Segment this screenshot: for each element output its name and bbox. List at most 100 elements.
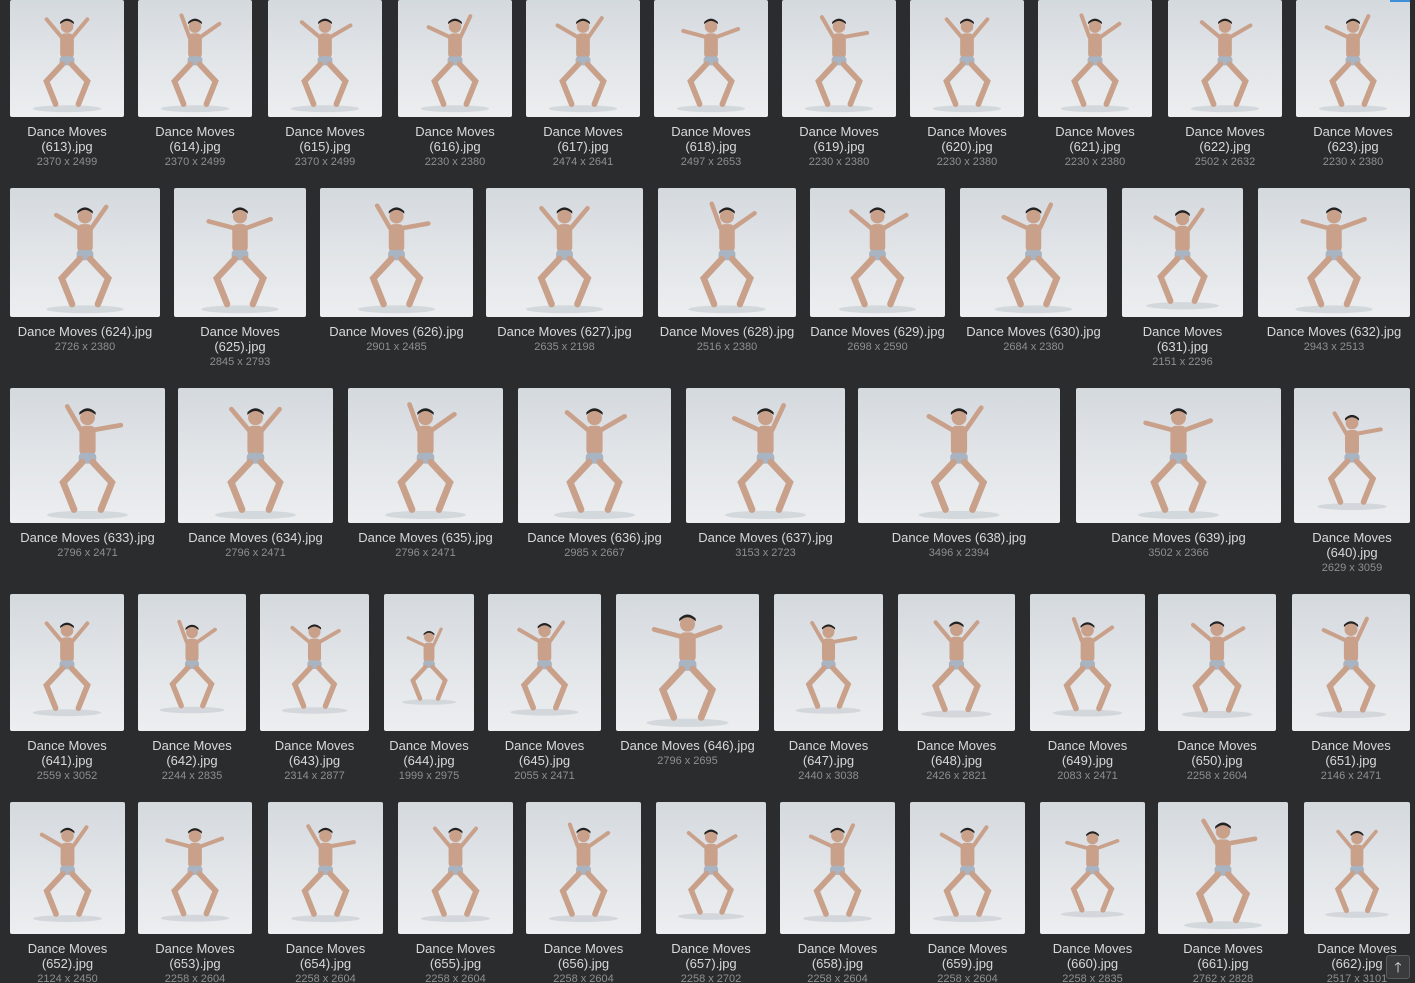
- thumbnail-tile[interactable]: Dance Moves (634).jpg 2796 x 2471: [178, 388, 333, 593]
- thumbnail-image[interactable]: [398, 0, 512, 117]
- thumbnail-image[interactable]: [398, 802, 513, 934]
- thumbnail-image[interactable]: [910, 0, 1024, 117]
- thumbnail-image[interactable]: [526, 802, 641, 934]
- thumbnail-tile[interactable]: Dance Moves (653).jpg 2258 x 2604: [138, 802, 252, 983]
- scroll-to-top-button[interactable]: 🡑: [1386, 955, 1410, 979]
- thumbnail-tile[interactable]: Dance Moves (650).jpg 2258 x 2604: [1158, 594, 1276, 801]
- thumbnail-tile[interactable]: Dance Moves (635).jpg 2796 x 2471: [348, 388, 503, 593]
- thumbnail-image[interactable]: [1168, 0, 1282, 117]
- thumbnail-tile[interactable]: Dance Moves (658).jpg 2258 x 2604: [780, 802, 895, 983]
- thumbnail-image[interactable]: [780, 802, 895, 934]
- thumbnail-tile[interactable]: Dance Moves (655).jpg 2258 x 2604: [398, 802, 513, 983]
- thumbnail-image[interactable]: [1292, 594, 1410, 731]
- thumbnail-image[interactable]: [1294, 388, 1410, 523]
- thumbnail-tile[interactable]: Dance Moves (640).jpg 2629 x 3059: [1294, 388, 1410, 593]
- thumbnail-tile[interactable]: Dance Moves (632).jpg 2943 x 2513: [1258, 188, 1410, 387]
- thumbnail-image[interactable]: [774, 594, 883, 731]
- thumbnail-image[interactable]: [486, 188, 643, 317]
- thumbnail-tile[interactable]: Dance Moves (644).jpg 1999 x 2975: [384, 594, 474, 801]
- thumbnail-tile[interactable]: Dance Moves (651).jpg 2146 x 2471: [1292, 594, 1410, 801]
- thumbnail-image[interactable]: [384, 594, 474, 731]
- thumbnail-tile[interactable]: Dance Moves (620).jpg 2230 x 2380: [910, 0, 1024, 187]
- thumbnail-image[interactable]: [1304, 802, 1410, 934]
- thumbnail-tile[interactable]: Dance Moves (628).jpg 2516 x 2380: [658, 188, 796, 387]
- thumbnail-image[interactable]: [320, 188, 473, 317]
- thumbnail-image[interactable]: [810, 188, 945, 317]
- thumbnail-tile[interactable]: Dance Moves (621).jpg 2230 x 2380: [1038, 0, 1152, 187]
- thumbnail-tile[interactable]: Dance Moves (652).jpg 2124 x 2450: [10, 802, 125, 983]
- thumbnail-image[interactable]: [138, 594, 246, 731]
- thumbnail-image[interactable]: [1296, 0, 1410, 117]
- thumbnail-tile[interactable]: Dance Moves (618).jpg 2497 x 2653: [654, 0, 768, 187]
- thumbnail-image[interactable]: [178, 388, 333, 523]
- thumbnail-tile[interactable]: Dance Moves (656).jpg 2258 x 2604: [526, 802, 641, 983]
- thumbnail-image[interactable]: [1158, 594, 1276, 731]
- thumbnail-image[interactable]: [1122, 188, 1243, 317]
- thumbnail-image[interactable]: [1158, 802, 1288, 934]
- thumbnail-tile[interactable]: Dance Moves (646).jpg 2796 x 2695: [616, 594, 759, 801]
- thumbnail-image[interactable]: [782, 0, 896, 117]
- thumbnail-tile[interactable]: Dance Moves (643).jpg 2314 x 2877: [260, 594, 369, 801]
- thumbnail-image[interactable]: [348, 388, 503, 523]
- thumbnail-image[interactable]: [526, 0, 640, 117]
- thumbnail-image[interactable]: [658, 188, 796, 317]
- thumbnail-tile[interactable]: Dance Moves (629).jpg 2698 x 2590: [810, 188, 945, 387]
- thumbnail-image[interactable]: [960, 188, 1107, 317]
- thumbnail-tile[interactable]: Dance Moves (641).jpg 2559 x 3052: [10, 594, 124, 801]
- thumbnail-tile[interactable]: Dance Moves (642).jpg 2244 x 2835: [138, 594, 246, 801]
- thumbnail-image[interactable]: [268, 0, 382, 117]
- thumbnail-tile[interactable]: Dance Moves (648).jpg 2426 x 2821: [898, 594, 1015, 801]
- thumbnail-tile[interactable]: Dance Moves (637).jpg 3153 x 2723: [686, 388, 845, 593]
- thumbnail-image[interactable]: [616, 594, 759, 731]
- thumbnail-tile[interactable]: Dance Moves (625).jpg 2845 x 2793: [174, 188, 306, 387]
- thumbnail-tile[interactable]: Dance Moves (631).jpg 2151 x 2296: [1122, 188, 1243, 387]
- thumbnail-tile[interactable]: Dance Moves (633).jpg 2796 x 2471: [10, 388, 165, 593]
- thumbnail-tile[interactable]: Dance Moves (636).jpg 2985 x 2667: [518, 388, 671, 593]
- thumbnail-tile[interactable]: Dance Moves (659).jpg 2258 x 2604: [910, 802, 1025, 983]
- thumbnail-tile[interactable]: Dance Moves (619).jpg 2230 x 2380: [782, 0, 896, 187]
- thumbnail-tile[interactable]: Dance Moves (622).jpg 2502 x 2632: [1168, 0, 1282, 187]
- thumbnail-image[interactable]: [1076, 388, 1281, 523]
- thumbnail-tile[interactable]: Dance Moves (617).jpg 2474 x 2641: [526, 0, 640, 187]
- thumbnail-image[interactable]: [898, 594, 1015, 731]
- thumbnail-image[interactable]: [10, 802, 125, 934]
- thumbnail-image[interactable]: [10, 188, 160, 317]
- thumbnail-image[interactable]: [1258, 188, 1410, 317]
- thumbnail-tile[interactable]: Dance Moves (649).jpg 2083 x 2471: [1030, 594, 1145, 801]
- thumbnail-image[interactable]: [1040, 802, 1145, 934]
- thumbnail-tile[interactable]: Dance Moves (626).jpg 2901 x 2485: [320, 188, 473, 387]
- thumbnail-tile[interactable]: Dance Moves (615).jpg 2370 x 2499: [268, 0, 382, 187]
- thumbnail-image[interactable]: [10, 388, 165, 523]
- thumbnail-image[interactable]: [138, 0, 252, 117]
- thumbnail-tile[interactable]: Dance Moves (614).jpg 2370 x 2499: [138, 0, 252, 187]
- thumbnail-tile[interactable]: Dance Moves (647).jpg 2440 x 3038: [774, 594, 883, 801]
- thumbnail-tile[interactable]: Dance Moves (660).jpg 2258 x 2835: [1040, 802, 1145, 983]
- thumbnail-tile[interactable]: Dance Moves (627).jpg 2635 x 2198: [486, 188, 643, 387]
- thumbnail-tile[interactable]: Dance Moves (630).jpg 2684 x 2380: [960, 188, 1107, 387]
- thumbnail-image[interactable]: [910, 802, 1025, 934]
- thumbnail-image[interactable]: [268, 802, 383, 934]
- thumbnail-tile[interactable]: Dance Moves (616).jpg 2230 x 2380: [398, 0, 512, 187]
- thumbnail-tile[interactable]: Dance Moves (661).jpg 2762 x 2828: [1158, 802, 1288, 983]
- thumbnail-tile[interactable]: Dance Moves (624).jpg 2726 x 2380: [10, 188, 160, 387]
- thumbnail-tile[interactable]: Dance Moves (654).jpg 2258 x 2604: [268, 802, 383, 983]
- thumbnail-image[interactable]: [1038, 0, 1152, 117]
- thumbnail-tile[interactable]: Dance Moves (613).jpg 2370 x 2499: [10, 0, 124, 187]
- thumbnail-tile[interactable]: Dance Moves (645).jpg 2055 x 2471: [488, 594, 601, 801]
- thumbnail-tile[interactable]: Dance Moves (623).jpg 2230 x 2380: [1296, 0, 1410, 187]
- thumbnail-image[interactable]: [1030, 594, 1145, 731]
- thumbnail-image[interactable]: [686, 388, 845, 523]
- thumbnail-image[interactable]: [656, 802, 766, 934]
- thumbnail-image[interactable]: [174, 188, 306, 317]
- thumbnail-image[interactable]: [10, 594, 124, 731]
- thumbnail-image[interactable]: [858, 388, 1060, 523]
- thumbnail-image[interactable]: [488, 594, 601, 731]
- thumbnail-tile[interactable]: Dance Moves (638).jpg 3496 x 2394: [858, 388, 1060, 593]
- thumbnail-image[interactable]: [260, 594, 369, 731]
- thumbnail-image[interactable]: [518, 388, 671, 523]
- thumbnail-image[interactable]: [10, 0, 124, 117]
- thumbnail-tile[interactable]: Dance Moves (657).jpg 2258 x 2702: [656, 802, 766, 983]
- thumbnail-image[interactable]: [654, 0, 768, 117]
- thumbnail-image[interactable]: [138, 802, 252, 934]
- thumbnail-tile[interactable]: Dance Moves (639).jpg 3502 x 2366: [1076, 388, 1281, 593]
